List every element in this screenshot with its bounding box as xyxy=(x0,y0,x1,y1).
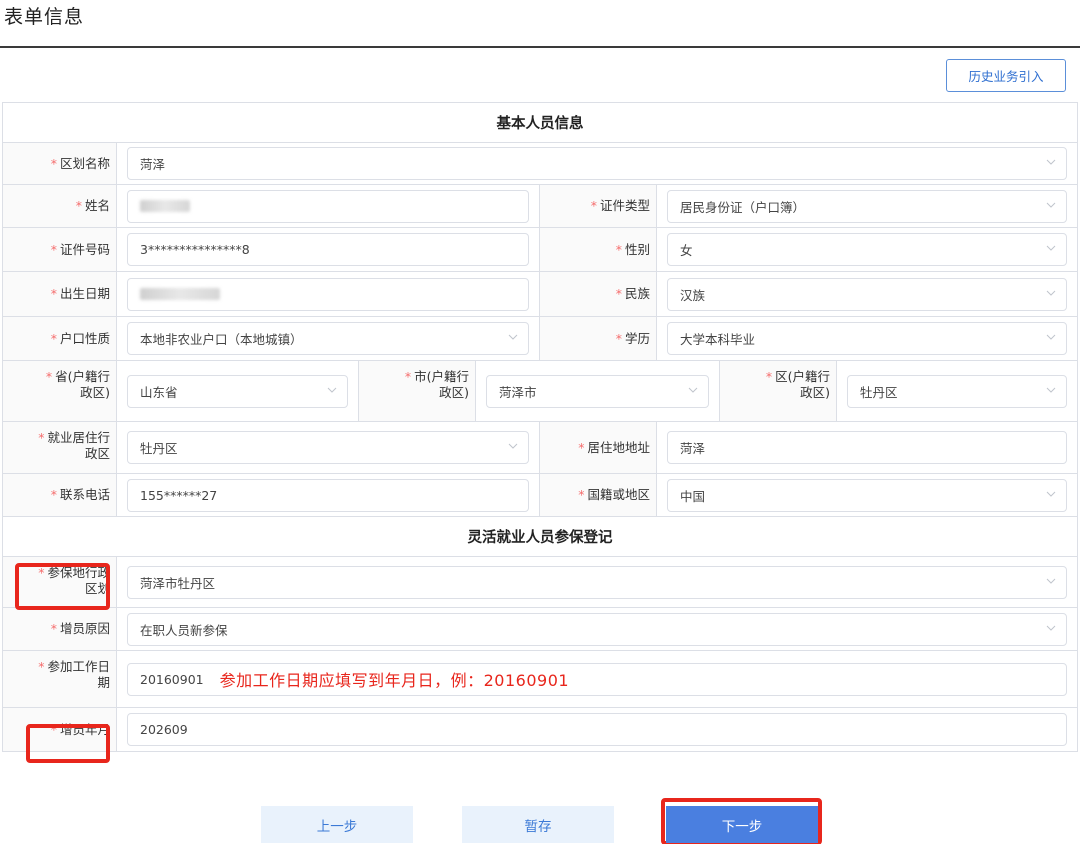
label-birth-date: * 出生日期 xyxy=(3,272,117,316)
district-select[interactable]: 牡丹区 xyxy=(847,374,1067,408)
chevron-down-icon xyxy=(1046,623,1056,633)
row-birth-ethnicity: * 出生日期 * 民族 汉族 xyxy=(3,272,1078,317)
chevron-down-icon xyxy=(1046,200,1056,210)
ethnicity-select[interactable]: 汉族 xyxy=(667,277,1067,311)
employ-region-select[interactable]: 牡丹区 xyxy=(127,431,529,464)
chevron-down-icon xyxy=(688,385,698,395)
add-reason-select[interactable]: 在职人员新参保 xyxy=(127,612,1067,646)
label-ethnicity: * 民族 xyxy=(540,272,657,316)
chevron-down-icon xyxy=(1046,288,1056,298)
row-add-reason: * 增员原因 在职人员新参保 xyxy=(3,608,1078,651)
label-insure-region: * 参保地行政 区划 xyxy=(3,557,117,607)
chevron-down-icon xyxy=(1046,332,1056,342)
redacted-birth-date xyxy=(140,288,220,300)
prev-step-button[interactable]: 上一步 xyxy=(261,806,413,843)
label-address: * 居住地地址 xyxy=(540,422,657,473)
chevron-down-icon xyxy=(508,332,518,342)
label-gender: * 性别 xyxy=(540,228,657,271)
row-idnum-gender: * 证件号码 3***************8 * 性别 女 xyxy=(3,228,1078,272)
page-title: 表单信息 xyxy=(4,6,85,28)
chevron-down-icon xyxy=(327,385,337,395)
nationality-select[interactable]: 中国 xyxy=(667,478,1067,512)
label-id-number: * 证件号码 xyxy=(3,228,117,271)
label-id-type: * 证件类型 xyxy=(540,185,657,227)
label-employ-region: * 就业居住行 政区 xyxy=(3,422,117,473)
name-input[interactable] xyxy=(127,189,529,223)
insure-region-select[interactable]: 菏泽市牡丹区 xyxy=(127,565,1067,599)
work-date-annotation: 参加工作日期应填写到年月日，例：20160901 xyxy=(219,671,570,690)
label-add-reason: * 增员原因 xyxy=(3,608,117,650)
row-phone-nationality: * 联系电话 155******27 * 国籍或地区 中国 xyxy=(3,474,1078,517)
label-district: * 区(户籍行 政区) xyxy=(720,361,837,421)
history-import-button[interactable]: 历史业务引入 xyxy=(946,59,1066,92)
label-nationality: * 国籍或地区 xyxy=(540,474,657,516)
chevron-down-icon xyxy=(508,441,518,451)
label-work-date: * 参加工作日期 xyxy=(3,651,117,707)
row-province-city-district: * 省(户籍行 政区) 山东省 * 市(户籍行 政区) 菏泽市 * 区(户籍行 政区) 牡丹… xyxy=(3,361,1078,422)
chevron-down-icon xyxy=(1046,385,1056,395)
work-date-input[interactable]: 20160901 参加工作日期应填写到年月日，例：20160901 xyxy=(127,662,1067,696)
label-province: * 省(户籍行 政区) xyxy=(3,361,117,421)
label-name: * 姓名 xyxy=(3,185,117,227)
label-hukou-type: * 户口性质 xyxy=(3,317,117,360)
address-input[interactable]: 菏泽 xyxy=(667,431,1067,464)
hukou-type-select[interactable]: 本地非农业户口（本地城镇） xyxy=(127,322,529,355)
row-work-date: * 参加工作日期 20160901 参加工作日期应填写到年月日，例：20160901 xyxy=(3,651,1078,708)
row-employ-address: * 就业居住行 政区 牡丹区 * 居住地地址 菏泽 xyxy=(3,422,1078,474)
province-select[interactable]: 山东省 xyxy=(127,374,348,408)
region-name-select[interactable]: 菏泽 xyxy=(127,147,1067,180)
row-name-idtype: * 姓名 * 证件类型 居民身份证（户口簿） xyxy=(3,185,1078,228)
section-basic-info: 基本人员信息 xyxy=(3,103,1078,143)
chevron-down-icon xyxy=(1046,489,1056,499)
redacted-name xyxy=(140,200,190,212)
row-hukou-education: * 户口性质 本地非农业户口（本地城镇） * 学历 大学本科毕业 xyxy=(3,317,1078,361)
id-type-select[interactable]: 居民身份证（户口簿） xyxy=(667,189,1067,223)
form-table: 基本人员信息 * 区划名称 菏泽 * 姓名 * 证件类型 居民身份证（户口簿） * 证件… xyxy=(2,102,1078,752)
city-select[interactable]: 菏泽市 xyxy=(486,374,709,408)
id-number-input[interactable]: 3***************8 xyxy=(127,233,529,266)
required-mark: * xyxy=(50,155,57,171)
label-city: * 市(户籍行 政区) xyxy=(359,361,476,421)
row-region-name: * 区划名称 菏泽 xyxy=(3,143,1078,185)
label-phone: * 联系电话 xyxy=(3,474,117,516)
save-draft-button[interactable]: 暂存 xyxy=(462,806,614,843)
education-select[interactable]: 大学本科毕业 xyxy=(667,322,1067,355)
phone-input[interactable]: 155******27 xyxy=(127,478,529,512)
gender-select[interactable]: 女 xyxy=(667,233,1067,266)
label-region-name: * 区划名称 xyxy=(3,143,117,184)
label-education: * 学历 xyxy=(540,317,657,360)
chevron-down-icon xyxy=(1046,576,1056,586)
chevron-down-icon xyxy=(1046,243,1056,253)
add-month-input[interactable]: 202609 xyxy=(127,713,1067,746)
birth-date-input[interactable] xyxy=(127,277,529,311)
chevron-down-icon xyxy=(1046,157,1056,167)
row-insure-region: * 参保地行政 区划 菏泽市牡丹区 xyxy=(3,557,1078,608)
section-insure-register: 灵活就业人员参保登记 xyxy=(3,517,1078,557)
next-step-button[interactable]: 下一步 xyxy=(666,806,818,843)
row-add-month: * 增员年月 202609 xyxy=(3,708,1078,752)
label-add-month: * 增员年月 xyxy=(3,708,117,751)
title-divider xyxy=(0,46,1080,48)
